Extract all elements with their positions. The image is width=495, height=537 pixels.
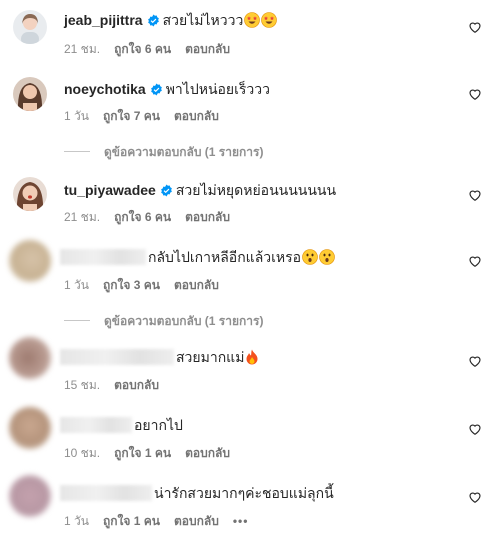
like-heart-icon[interactable] [468,354,482,368]
like-heart-icon[interactable] [468,20,482,34]
username[interactable]: jeab_pijittra [64,12,143,28]
like-heart-icon[interactable] [468,490,482,504]
avatar[interactable] [13,77,47,111]
username-blurred[interactable] [60,249,146,265]
comment-text: น่ารักสวยมากๆค่ะชอบแม่ลุกนี้ [154,485,334,501]
astonished-face-icon [302,249,318,269]
more-options-icon[interactable]: ••• [233,514,249,528]
likes-count[interactable]: ถูกใจ 1 คน [114,446,171,460]
star-struck-icon [261,12,278,32]
comment-text: อยากไป [134,417,183,433]
likes-count[interactable]: ถูกใจ 6 คน [114,210,171,224]
reply-button[interactable]: ตอบกลับ [174,278,219,292]
reply-button[interactable]: ตอบกลับ [185,42,230,56]
avatar[interactable] [13,177,47,211]
view-replies-button[interactable]: ดูข้อความตอบกลับ (1 รายการ) [64,143,263,162]
reply-button[interactable]: ตอบกลับ [185,446,230,460]
verified-badge-icon [147,14,159,27]
username-blurred[interactable] [60,349,174,365]
likes-count[interactable]: ถูกใจ 7 คน [103,109,160,123]
comment-time: 21 ชม. [64,42,101,56]
likes-count[interactable]: ถูกใจ 6 คน [114,42,171,56]
comment-text: พาไปหน่อยเร็ววว [165,81,271,97]
verified-badge-icon [150,83,162,96]
like-heart-icon[interactable] [468,87,482,101]
star-struck-icon [244,12,261,32]
avatar[interactable] [9,240,51,282]
avatar[interactable] [9,337,51,379]
like-heart-icon[interactable] [468,188,482,202]
comment-text: สวยมากแม่ [176,349,245,365]
comment-time: 21 ชม. [64,210,101,224]
replies-divider [64,320,90,321]
like-heart-icon[interactable] [468,254,482,268]
username-blurred[interactable] [60,417,132,433]
avatar[interactable] [9,407,51,449]
likes-count[interactable]: ถูกใจ 3 คน [103,278,160,292]
reply-button[interactable]: ตอบกลับ [185,210,230,224]
reply-button[interactable]: ตอบกลับ [174,514,219,528]
like-heart-icon[interactable] [468,422,482,436]
reply-button[interactable]: ตอบกลับ [114,378,159,392]
comment-text: กลับไปเกาหลีอีกแล้วเหรอ [148,249,302,265]
likes-count[interactable]: ถูกใจ 1 คน [103,514,160,528]
comment-time: 1 วัน [64,109,89,123]
view-replies-button[interactable]: ดูข้อความตอบกลับ (1 รายการ) [64,312,263,331]
comment-time: 1 วัน [64,278,89,292]
fire-icon [245,349,259,369]
comment-time: 15 ชม. [64,378,101,392]
username[interactable]: noeychotika [64,81,146,97]
username[interactable]: tu_piyawadee [64,182,156,198]
avatar[interactable] [9,475,51,517]
comment-text: สวยไม่หยุดหย่อนนนนนนน [175,182,337,198]
comment-time: 1 วัน [64,514,89,528]
avatar[interactable] [13,10,47,44]
replies-divider [64,151,90,152]
username-blurred[interactable] [60,485,152,501]
comment-time: 10 ชม. [64,446,101,460]
verified-badge-icon [160,184,172,197]
astonished-face-icon [319,249,335,269]
comment-text: สวยไม่ไหววว [162,12,244,28]
reply-button[interactable]: ตอบกลับ [174,109,219,123]
